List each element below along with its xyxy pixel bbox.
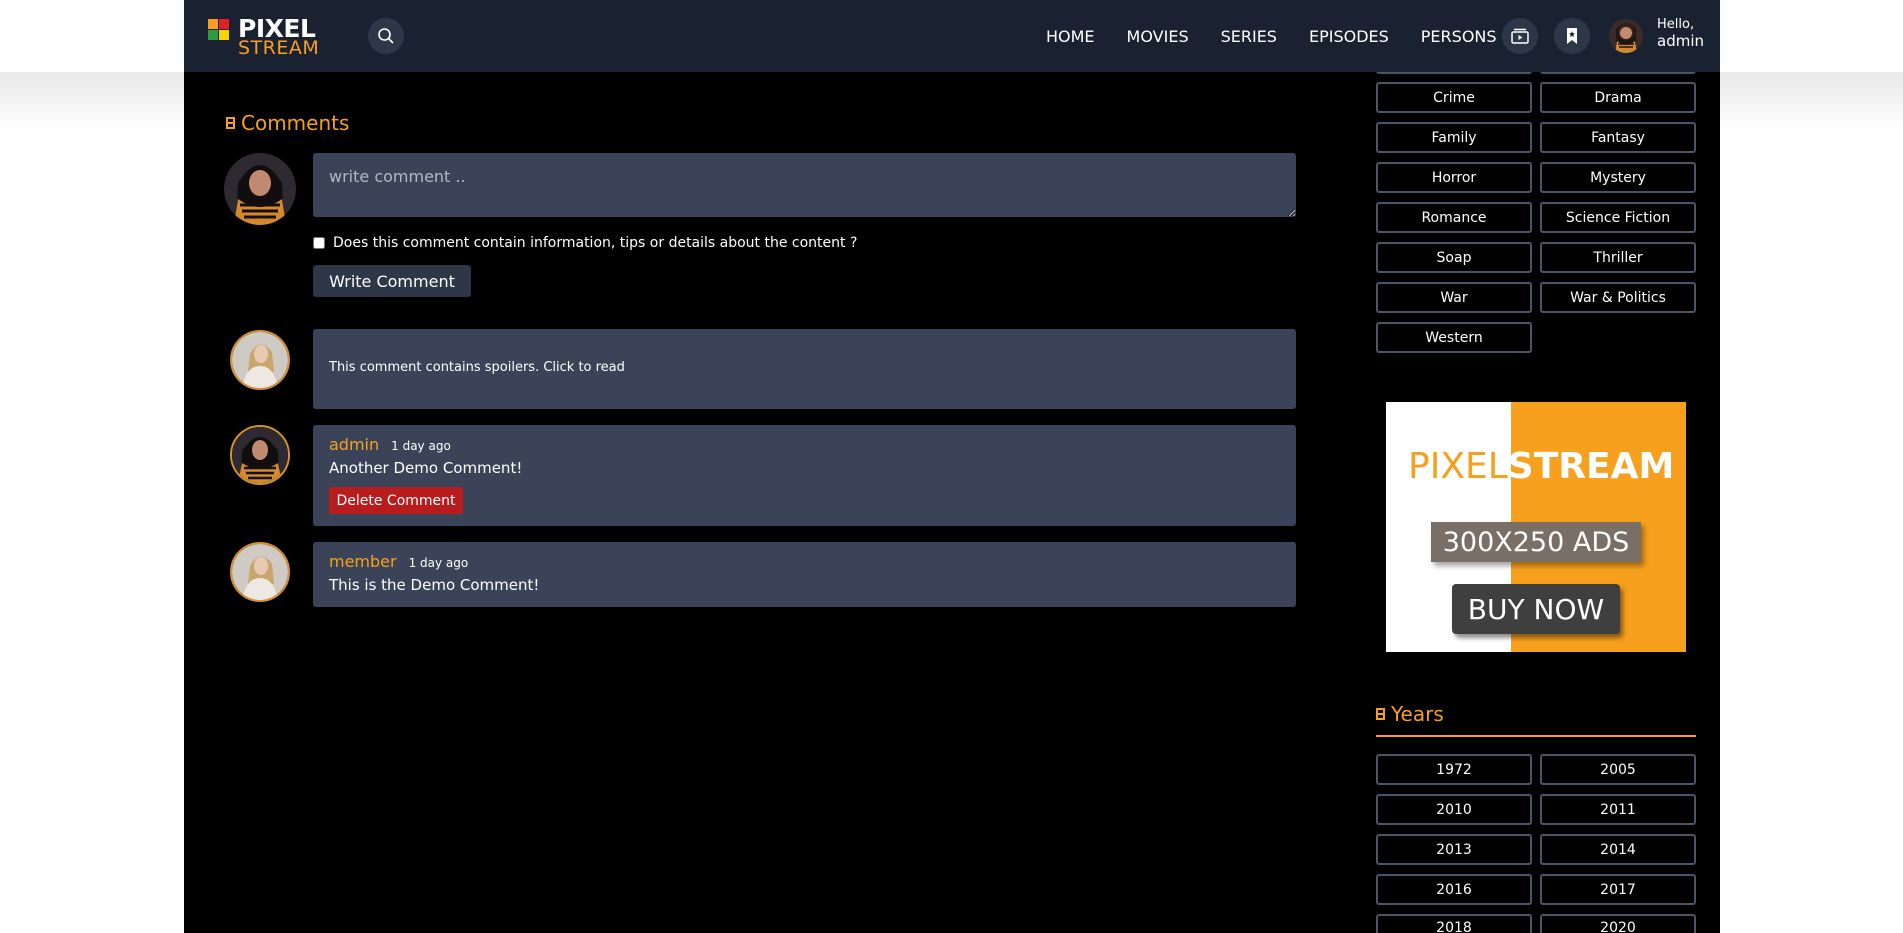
comments-title: Comments	[241, 111, 350, 135]
nav-series[interactable]: SERIES	[1221, 27, 1277, 46]
genre-tag[interactable]: Soap	[1376, 242, 1532, 273]
genre-tag[interactable]: Drama	[1540, 82, 1696, 113]
genre-tag[interactable]: Horror	[1376, 162, 1532, 193]
year-tag[interactable]: 2005	[1540, 754, 1696, 785]
nav-home[interactable]: HOME	[1046, 27, 1095, 46]
ad-buy-button[interactable]: BUY NOW	[1452, 584, 1620, 634]
year-tag[interactable]: 2010	[1376, 794, 1532, 825]
ad-banner[interactable]: PIXELSTREAM 300X250 ADS BUY NOW	[1386, 402, 1686, 652]
years-divider	[1376, 735, 1696, 737]
genre-tag[interactable]: Family	[1376, 122, 1532, 153]
nav-episodes[interactable]: EPISODES	[1309, 27, 1389, 46]
logo-square-red	[219, 19, 229, 29]
comment-text: Another Demo Comment!	[329, 459, 523, 477]
comment-time: 1 day ago	[408, 556, 469, 570]
member-avatar	[230, 542, 290, 602]
search-button[interactable]	[368, 18, 404, 54]
delete-comment-button[interactable]: Delete Comment	[329, 487, 463, 514]
comments-heading: Comments	[226, 111, 349, 135]
year-tag[interactable]: 2017	[1540, 874, 1696, 905]
play-folder-icon	[1511, 28, 1529, 44]
comment-card-member: member 1 day ago This is the Demo Commen…	[313, 542, 1296, 607]
comment-card-admin: admin 1 day ago Another Demo Comment! De…	[313, 425, 1296, 526]
genre-tag[interactable]: Western	[1376, 322, 1532, 353]
years-title: Years	[1391, 702, 1444, 726]
spoiler-checkbox[interactable]	[313, 237, 325, 249]
comment-author[interactable]: member	[329, 552, 397, 571]
ad-size-label: 300X250 ADS	[1431, 522, 1641, 562]
write-comment-button[interactable]: Write Comment	[313, 265, 471, 297]
genre-tag[interactable]: Science Fiction	[1540, 202, 1696, 233]
genre-tag[interactable]: War & Politics	[1540, 282, 1696, 313]
year-tag[interactable]: 2018	[1376, 914, 1532, 933]
logo-square-orange	[208, 19, 218, 29]
comment-time: 1 day ago	[391, 439, 451, 453]
ad-brand-part2: STREAM	[1507, 446, 1675, 487]
spoiler-question: Does this comment contain information, t…	[333, 235, 858, 251]
comment-author[interactable]: admin	[329, 435, 379, 454]
nav-movies[interactable]: MOVIES	[1127, 27, 1189, 46]
year-tag[interactable]: 1972	[1376, 754, 1532, 785]
current-user-avatar	[224, 153, 296, 225]
year-tag[interactable]: 2020	[1540, 914, 1696, 933]
commenter-avatar	[230, 330, 290, 390]
watchlist-button[interactable]	[1502, 18, 1538, 54]
bookmarks-button[interactable]	[1554, 18, 1590, 54]
genre-tag[interactable]: Romance	[1376, 202, 1532, 233]
spoiler-notice[interactable]: This comment contains spoilers. Click to…	[329, 360, 625, 375]
year-tag[interactable]: 2013	[1376, 834, 1532, 865]
nav-persons[interactable]: PERSONS	[1421, 27, 1497, 46]
username-text: admin	[1657, 32, 1704, 50]
section-icon	[1376, 708, 1385, 720]
year-tag[interactable]: 2014	[1540, 834, 1696, 865]
year-tag[interactable]: 2011	[1540, 794, 1696, 825]
main-nav: HOME MOVIES SERIES EPISODES PERSONS	[1046, 0, 1497, 72]
logo-square-yellow	[219, 30, 229, 40]
ad-brand: PIXELSTREAM	[1408, 446, 1674, 487]
logo-text-stream: STREAM	[238, 37, 320, 59]
genre-tag[interactable]: Thriller	[1540, 242, 1696, 273]
user-avatar[interactable]	[1609, 19, 1643, 53]
genre-tag[interactable]: Mystery	[1540, 162, 1696, 193]
search-icon	[378, 28, 394, 44]
admin-avatar	[230, 425, 290, 485]
logo-square-green	[208, 30, 218, 40]
comment-meta: admin 1 day ago	[329, 435, 451, 454]
bookmark-icon	[1567, 28, 1577, 44]
spoiler-comment-card[interactable]: This comment contains spoilers. Click to…	[313, 329, 1296, 409]
year-tag[interactable]: 2016	[1376, 874, 1532, 905]
site-logo[interactable]: PIXEL STREAM	[206, 14, 324, 59]
top-navbar: PIXEL STREAM HOME MOVIES SERIES EPISODES…	[184, 0, 1720, 72]
spoiler-option[interactable]: Does this comment contain information, t…	[313, 235, 857, 251]
ad-brand-part1: PIXEL	[1408, 446, 1508, 487]
user-greeting[interactable]: Hello, admin	[1657, 17, 1704, 49]
genre-tag[interactable]: Fantasy	[1540, 122, 1696, 153]
comment-meta: member 1 day ago	[329, 552, 468, 571]
greeting-text: Hello,	[1657, 17, 1695, 32]
comment-input[interactable]	[313, 153, 1296, 217]
years-heading: Years	[1376, 702, 1444, 726]
section-icon	[226, 117, 235, 129]
comment-text: This is the Demo Comment!	[329, 576, 540, 594]
genre-tag[interactable]: Crime	[1376, 82, 1532, 113]
genre-tag[interactable]: War	[1376, 282, 1532, 313]
